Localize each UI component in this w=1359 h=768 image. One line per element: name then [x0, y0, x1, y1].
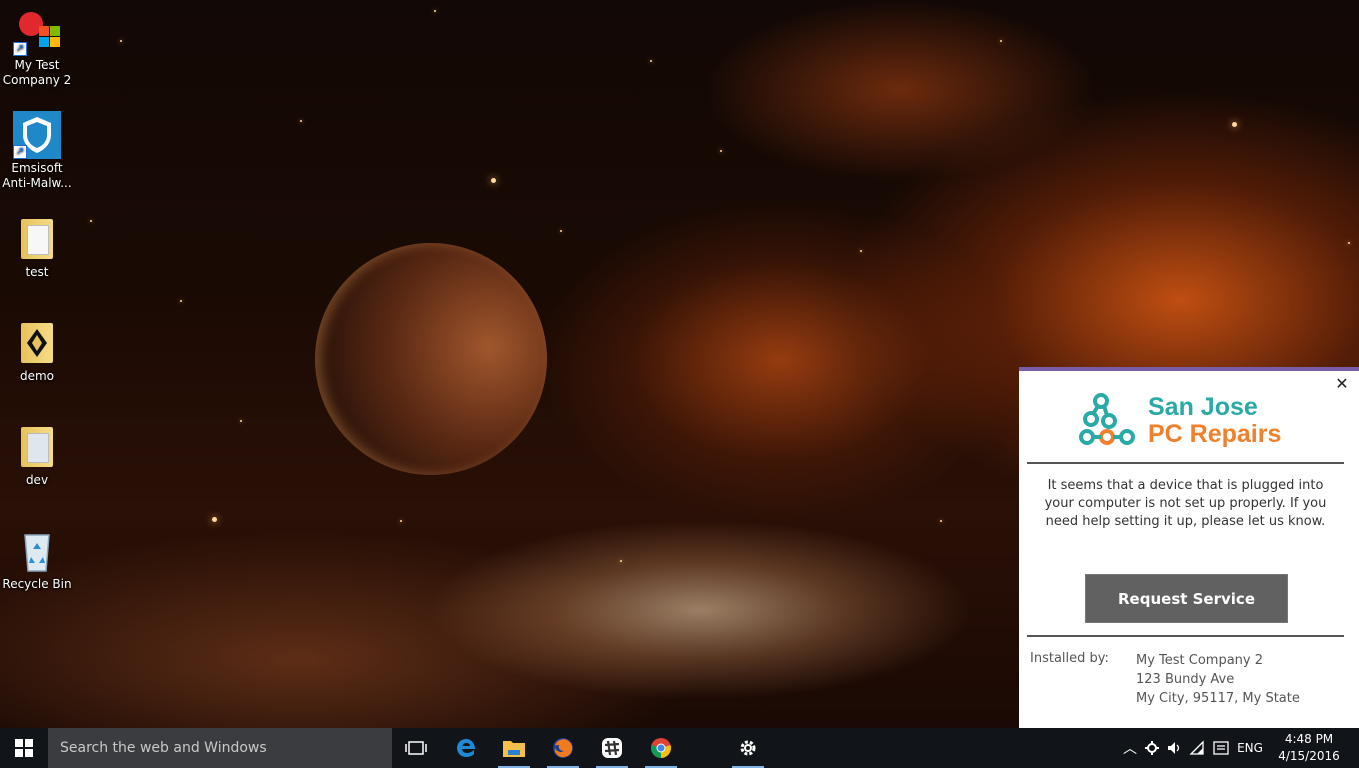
taskbar: Search the web and Windows ︿ ENG 4:48 PM…	[0, 728, 1359, 768]
my-test-company-icon: ↗	[13, 8, 61, 56]
chevron-up-icon: ︿	[1123, 741, 1137, 757]
desktop-icon-emsisoft[interactable]: ↗ Emsisoft Anti-Malw...	[0, 111, 74, 191]
star	[940, 520, 942, 522]
edge-icon	[457, 739, 475, 757]
desktop-icon-recycle-bin[interactable]: Recycle Bin	[0, 527, 74, 592]
desktop-icon-label: Company 2	[2, 73, 72, 87]
star	[1000, 40, 1002, 42]
request-service-button[interactable]: Request Service	[1085, 574, 1288, 623]
installer-city: My City, 95117, My State	[1136, 691, 1300, 706]
desktop-icon-label: My Test	[14, 58, 60, 72]
star	[1232, 122, 1237, 127]
start-button[interactable]	[0, 728, 48, 768]
desktop-icon-test-folder[interactable]: test	[0, 215, 74, 280]
folder-icon	[13, 215, 61, 263]
star	[491, 178, 496, 183]
wifi-icon	[1189, 740, 1204, 755]
brand-logo: San Jose PC Repairs	[1079, 391, 1309, 451]
star	[620, 560, 622, 562]
desktop-icon-my-test-company[interactable]: ↗ My Test Company 2	[0, 8, 74, 88]
task-view-icon	[405, 741, 427, 755]
service-notification-popup: ✕ San Jose PC Repairs It seems that a de…	[1019, 367, 1359, 728]
recycle-bin-icon	[13, 527, 61, 575]
star	[180, 300, 182, 302]
taskbar-chrome-button[interactable]	[641, 728, 681, 768]
taskbar-firefox-button[interactable]	[543, 728, 583, 768]
taskbar-edge-button[interactable]	[446, 728, 486, 768]
show-hidden-icons-button[interactable]: ︿	[1119, 728, 1141, 768]
tray-app-button[interactable]	[1141, 728, 1163, 768]
network-button[interactable]	[1185, 728, 1209, 768]
divider	[1027, 635, 1344, 637]
star	[650, 60, 652, 62]
firefox-icon	[553, 738, 573, 758]
tray-app-icon	[1145, 741, 1159, 755]
brand-name-line1: San Jose	[1148, 393, 1258, 421]
installer-details: My Test Company 2 123 Bundy Ave My City,…	[1136, 651, 1300, 708]
divider	[1027, 462, 1344, 464]
close-icon: ✕	[1335, 374, 1349, 393]
windows-logo-icon	[15, 739, 33, 757]
star	[240, 420, 242, 422]
star	[860, 250, 862, 252]
star	[434, 10, 436, 12]
close-button[interactable]: ✕	[1333, 375, 1351, 393]
taskbar-search-input[interactable]: Search the web and Windows	[48, 728, 392, 768]
installer-name: My Test Company 2	[1136, 653, 1264, 668]
desktop-icon-label: dev	[25, 473, 49, 487]
star	[120, 40, 122, 42]
desktop-icon-demo-folder[interactable]: demo	[0, 319, 74, 384]
star	[212, 517, 217, 522]
installed-by-label: Installed by:	[1030, 651, 1109, 666]
slack-icon	[602, 738, 622, 758]
speaker-icon	[1168, 742, 1180, 754]
installer-address: 123 Bundy Ave	[1136, 672, 1235, 687]
shortcut-arrow-icon: ↗	[13, 42, 27, 56]
planet	[315, 243, 547, 475]
star	[300, 120, 302, 122]
folder-icon	[13, 423, 61, 471]
star	[720, 150, 722, 152]
folder-icon	[13, 319, 61, 367]
clock-date: 4/15/2016	[1278, 749, 1340, 763]
taskbar-file-explorer-button[interactable]	[494, 728, 534, 768]
system-tray: ︿ ENG 4:48 PM 4/15/2016	[1119, 728, 1359, 768]
chrome-icon	[651, 738, 671, 758]
notification-icon	[1213, 741, 1229, 755]
clock-time: 4:48 PM	[1284, 732, 1334, 746]
desktop-icon-label: Recycle Bin	[2, 577, 72, 591]
clock-button[interactable]: 4:48 PM 4/15/2016	[1269, 728, 1349, 768]
star	[1348, 242, 1350, 244]
emsisoft-shield-icon: ↗	[13, 111, 61, 159]
desktop-icon-label: demo	[19, 369, 55, 383]
star	[560, 230, 562, 232]
file-explorer-icon	[503, 741, 525, 757]
shortcut-arrow-icon: ↗	[13, 145, 27, 159]
taskbar-settings-button[interactable]	[728, 728, 768, 768]
notification-message: It seems that a device that is plugged i…	[1044, 478, 1327, 529]
desktop-icon-dev-folder[interactable]: dev	[0, 423, 74, 488]
language-indicator[interactable]: ENG	[1235, 728, 1265, 768]
star	[400, 520, 402, 522]
settings-gear-icon	[740, 740, 756, 756]
desktop-icon-label: test	[25, 265, 49, 279]
star	[90, 220, 92, 222]
volume-button[interactable]	[1163, 728, 1185, 768]
task-view-button[interactable]	[396, 728, 436, 768]
taskbar-slack-button[interactable]	[592, 728, 632, 768]
gear-chain-logo-icon	[1079, 393, 1135, 445]
action-center-button[interactable]	[1209, 728, 1233, 768]
desktop-icon-label: Anti-Malw...	[2, 176, 72, 190]
desktop-icon-label: Emsisoft	[11, 161, 63, 175]
brand-name-line2: PC Repairs	[1148, 420, 1282, 448]
